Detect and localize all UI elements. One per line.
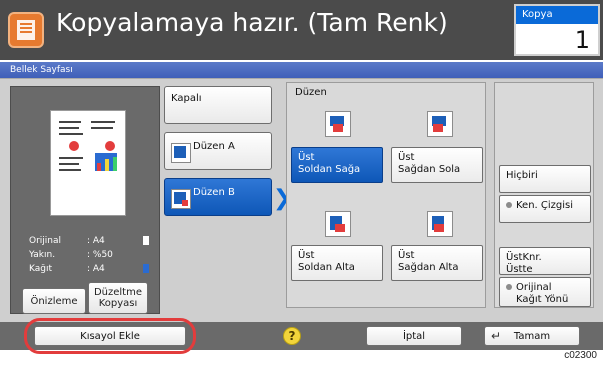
preview-paper-icon <box>51 111 125 215</box>
info-value: : A4 <box>87 264 105 274</box>
layout-top-right-to-left-button[interactable]: Üst Sağdan Sola <box>391 147 483 183</box>
layout-top-right-to-down-icon <box>427 211 453 237</box>
copy-count-value: 1 <box>574 26 590 54</box>
option-layout-b[interactable]: Düzen B <box>164 178 272 216</box>
original-paper-orientation-line1: Orijinal <box>516 282 552 293</box>
info-row: Orijinal : A4 <box>29 234 153 248</box>
option-layout-a-label: Düzen A <box>193 141 235 152</box>
info-key: Kağıt <box>29 264 53 274</box>
border-line-button[interactable]: Ken. Çizgisi <box>499 195 591 223</box>
original-paper-orientation-line2: Kağıt Yönü <box>516 294 569 305</box>
option-off[interactable]: Kapalı <box>164 86 272 124</box>
layout-top-left-to-down-icon <box>325 211 351 237</box>
layout-a-icon <box>171 143 191 163</box>
layout-top-left-to-down-line2: Soldan Alta <box>298 262 355 273</box>
layout-top-right-to-left-line1: Üst <box>398 152 415 163</box>
original-paper-orientation-button[interactable]: Orijinal Kağıt Yönü <box>499 277 591 307</box>
layout-top-right-to-left-line2: Sağdan Sola <box>398 164 461 175</box>
preview-button[interactable]: Önizleme <box>22 288 86 314</box>
layout-top-right-to-down-line1: Üst <box>398 250 415 261</box>
chevron-right-icon: ❯ <box>273 186 292 211</box>
copy-count-label: Kopya <box>516 6 598 24</box>
info-key: Orijinal <box>29 236 62 246</box>
copy-app-icon <box>8 12 44 48</box>
layout-top-right-to-left-icon <box>427 111 453 137</box>
preview-info: Orijinal : A4 Yakın. : %50 Kağıt : A4 <box>29 234 153 282</box>
copy-count-box[interactable]: Kopya 1 <box>514 4 600 56</box>
info-value: : A4 <box>87 236 105 246</box>
corner-top-line1: ÜstKnr. <box>506 252 542 263</box>
correction-copy-button[interactable]: Düzeltme Kopyası <box>88 282 148 314</box>
info-value: : %50 <box>87 250 113 260</box>
page-title: Kopyalamaya hazır. (Tam Renk) <box>56 8 448 37</box>
layout-top-left-to-right-icon <box>325 111 351 137</box>
layout-top-left-to-down-button[interactable]: Üst Soldan Alta <box>291 245 383 281</box>
option-off-label: Kapalı <box>171 93 202 104</box>
paper-tray-icon <box>143 264 149 273</box>
layout-top-left-to-right-button[interactable]: Üst Soldan Sağa <box>291 147 383 183</box>
correction-copy-label-line1: Düzeltme <box>93 287 143 298</box>
layout-b-icon <box>171 189 191 209</box>
layout-panel-title: Düzen <box>295 87 327 98</box>
cancel-button[interactable]: İptal <box>366 326 462 346</box>
radio-dot-icon <box>506 284 512 290</box>
add-shortcut-highlight <box>24 318 196 354</box>
layout-top-right-to-down-line2: Sağdan Alta <box>398 262 459 273</box>
help-icon[interactable]: ? <box>283 327 301 345</box>
layout-top-left-to-right-line2: Soldan Sağa <box>298 164 361 175</box>
border-none-label: Hiçbiri <box>506 170 538 181</box>
layout-top-right-to-down-button[interactable]: Üst Sağdan Alta <box>391 245 483 281</box>
border-none-button[interactable]: Hiçbiri <box>499 165 591 193</box>
enter-icon: ↵ <box>491 329 502 343</box>
layout-top-left-to-down-line1: Üst <box>298 250 315 261</box>
info-row: Yakın. : %50 <box>29 248 153 262</box>
right-options-panel: Hiçbiri Ken. Çizgisi ÜstKnr. Üstte Oriji… <box>494 82 594 308</box>
screen-header: Bellek Sayfası <box>0 62 603 78</box>
radio-dot-icon <box>506 202 512 208</box>
layout-panel: Düzen Üst Soldan Sağa Üst Sağdan Sola Üs… <box>286 82 486 308</box>
info-key: Yakın. <box>29 250 56 260</box>
correction-copy-label-line2: Kopyası <box>98 298 138 309</box>
option-layout-a[interactable]: Düzen A <box>164 132 272 170</box>
corner-top-button[interactable]: ÜstKnr. Üstte <box>499 247 591 275</box>
option-layout-b-label: Düzen B <box>193 187 235 198</box>
info-row: Kağıt : A4 <box>29 262 153 276</box>
ok-label: Tamam <box>513 330 551 342</box>
preview-panel: Orijinal : A4 Yakın. : %50 Kağıt : A4 <box>10 86 160 314</box>
ok-button[interactable]: ↵ Tamam <box>484 326 580 346</box>
corner-top-line2: Üstte <box>506 264 533 275</box>
layout-top-left-to-right-line1: Üst <box>298 152 315 163</box>
figure-code: c02300 <box>564 350 597 361</box>
border-line-label: Ken. Çizgisi <box>516 200 574 211</box>
paper-orientation-icon <box>143 236 149 245</box>
